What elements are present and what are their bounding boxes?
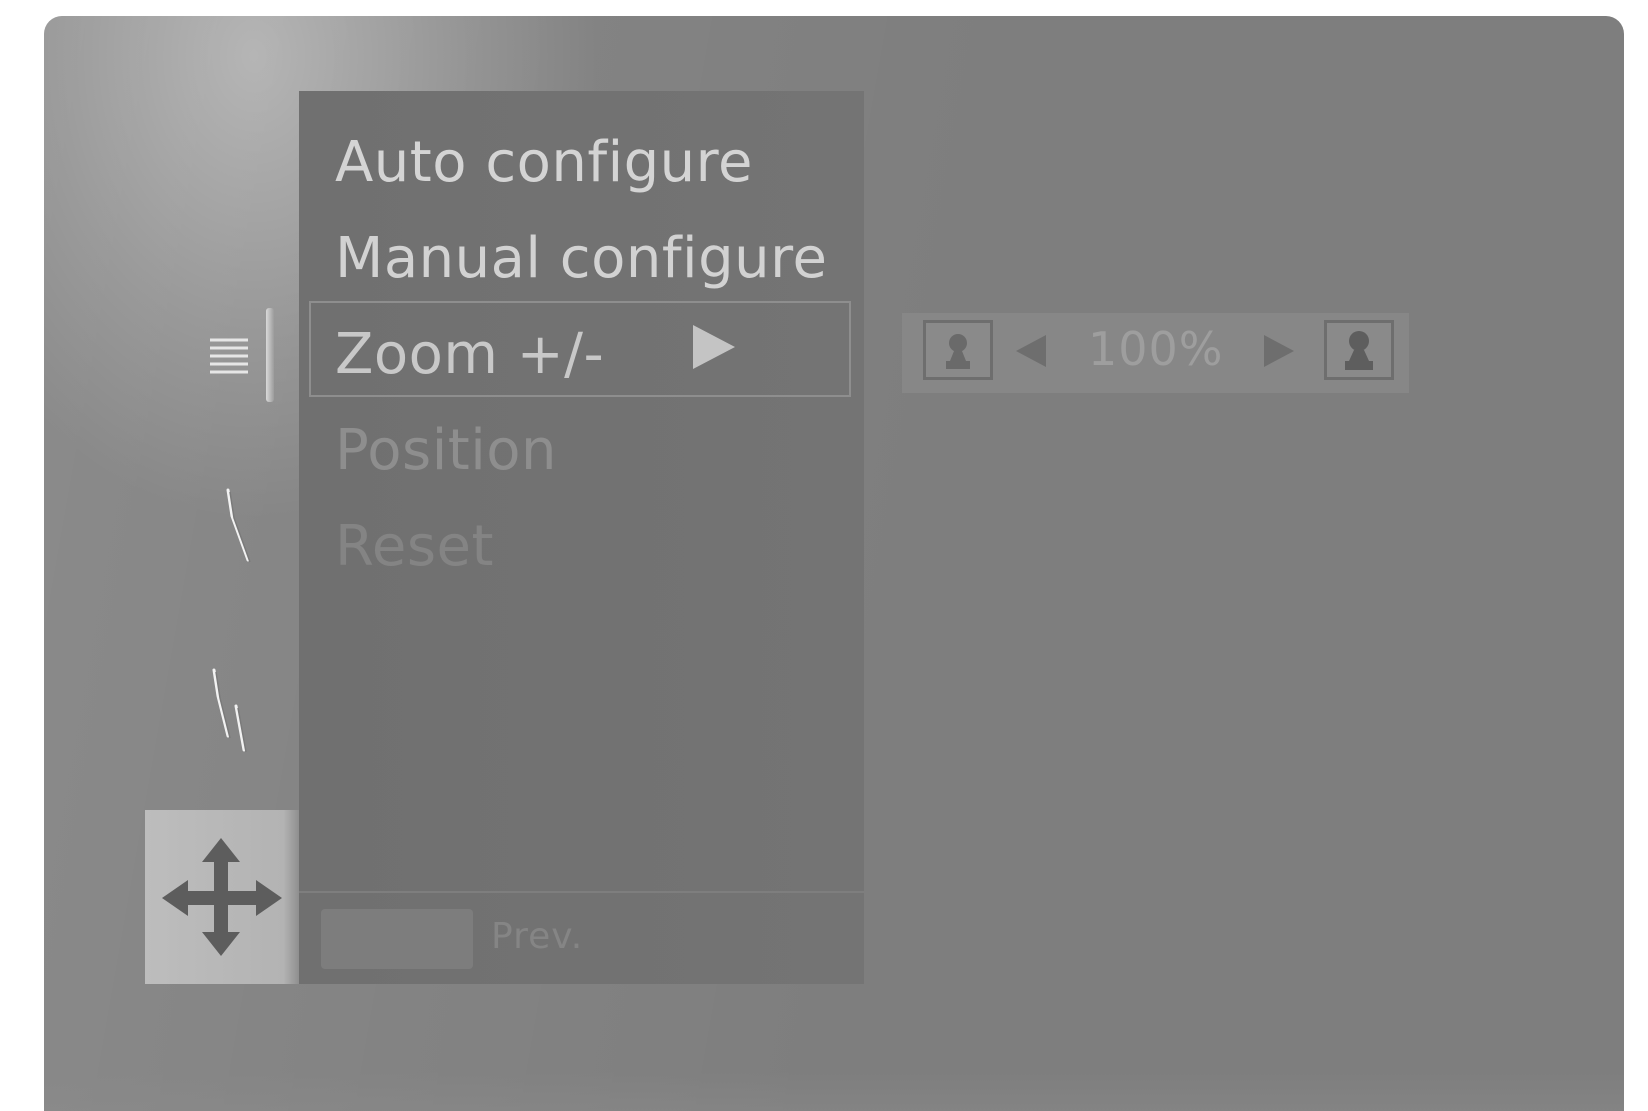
right-triangle-icon xyxy=(693,325,735,369)
menu-active-indicator xyxy=(266,308,274,402)
menu-item-zoom[interactable]: Zoom +/- xyxy=(335,323,604,387)
menu-item-position[interactable]: Position xyxy=(335,419,557,483)
left-triangle-icon[interactable] xyxy=(1014,333,1048,369)
zoom-control: 100% xyxy=(902,313,1409,393)
menu-item-reset[interactable]: Reset xyxy=(335,515,494,579)
menu-item-auto-configure[interactable]: Auto configure xyxy=(335,131,753,195)
menu-panel: Auto configure Manual configure Zoom +/-… xyxy=(299,91,864,984)
panel-divider xyxy=(299,891,864,893)
prev-button[interactable] xyxy=(321,909,473,969)
osd-icon-column xyxy=(44,16,304,1111)
move-arrows-icon xyxy=(162,838,282,956)
zoom-out-person-icon[interactable] xyxy=(923,320,993,380)
zoom-value: 100% xyxy=(1088,322,1224,376)
osd-screen: Auto configure Manual configure Zoom +/-… xyxy=(44,16,1624,1111)
single-slash-icon[interactable] xyxy=(220,486,256,566)
menu-item-manual-configure[interactable]: Manual configure xyxy=(335,227,827,291)
prev-label: Prev. xyxy=(491,916,584,957)
right-triangle-icon[interactable] xyxy=(1262,333,1296,369)
bottom-fade xyxy=(44,1071,1624,1111)
zoom-in-person-icon[interactable] xyxy=(1324,320,1394,380)
double-slash-icon[interactable] xyxy=(208,666,268,754)
menu-lines-icon[interactable] xyxy=(206,334,252,378)
